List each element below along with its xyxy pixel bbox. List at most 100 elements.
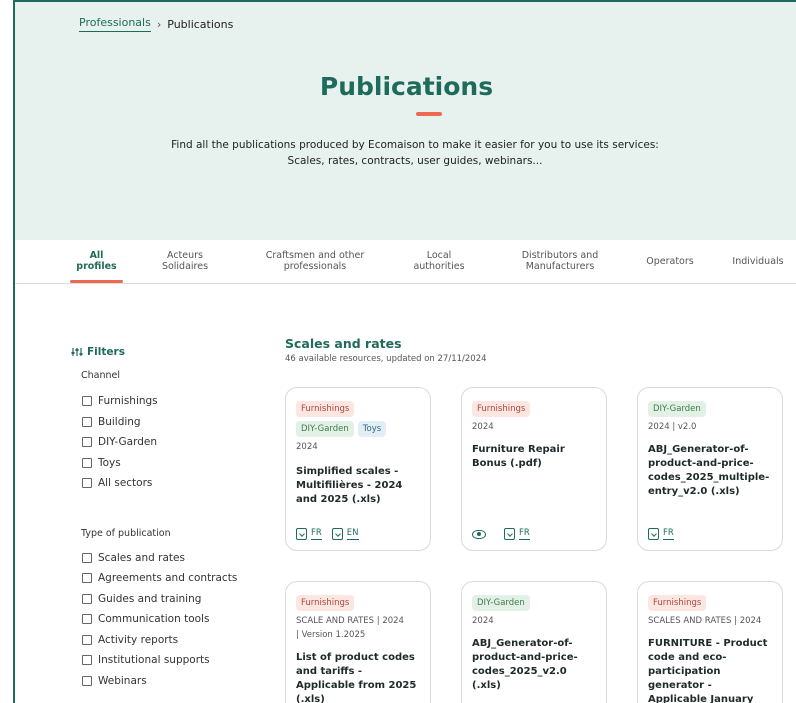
page-intro: Find all the publications produced by Ec… [165,137,665,169]
tab-all-profiles[interactable]: All profiles [70,250,123,272]
filters-heading[interactable]: Filters [71,346,271,358]
tab-label-line1: Distributors and [521,250,599,261]
tab-label-line2: Solidaires [161,261,209,272]
tab-label-line1: Individuals [732,256,784,267]
card-title: FURNITURE - Product code and eco-partici… [648,638,768,703]
channel-option-toys[interactable]: Toys [82,453,271,474]
checkbox[interactable] [82,573,92,584]
channel-badge: Furnishings [296,595,355,611]
tab-craftsmen[interactable]: Craftsmen and other professionals [255,250,375,272]
download-icon [504,528,515,540]
download-fr-link[interactable]: FR [648,528,674,540]
tab-label-line1: Operators [646,256,694,267]
option-label: Scales and rates [98,551,185,564]
card-badges: Furnishings [648,595,772,611]
publication-card[interactable]: DIY-Garden 2024 ABJ_Generator-of-product… [461,581,607,703]
filters-heading-label: Filters [87,346,125,358]
channel-filter-title: Channel [81,370,121,381]
type-option-institutional[interactable]: Institutional supports [82,650,271,671]
option-label: Communication tools [98,613,210,626]
option-label: Agreements and contracts [98,572,238,585]
checkbox[interactable] [82,593,92,604]
option-label: DIY-Garden [98,436,158,449]
channel-option-building[interactable]: Building [82,412,271,433]
tab-operators[interactable]: Operators [637,256,703,267]
download-fr-link[interactable]: FR [296,528,322,540]
channel-option-furnishings[interactable]: Furnishings [82,391,271,412]
type-option-communication[interactable]: Communication tools [82,609,271,630]
channel-badge: DIY-Garden [472,595,530,611]
tab-distributors-manufacturers[interactable]: Distributors and Manufacturers [505,250,615,272]
card-meta: 2024 [472,616,494,626]
type-option-webinars[interactable]: Webinars [82,671,271,692]
filter-sliders-icon [71,348,83,356]
tab-local-authorities[interactable]: Local authorities [409,250,469,272]
publication-card[interactable]: Furnishings DIY-Garden Toys 2024 Simplif… [285,387,431,551]
checkbox[interactable] [82,416,92,427]
filters-panel: Filters Channel Furnishings Building DIY… [71,346,271,691]
channel-badge: Toys [357,421,387,437]
option-label: Toys [98,456,121,469]
card-badges: DIY-Garden [472,595,596,611]
type-option-activity-reports[interactable]: Activity reports [82,630,271,651]
checkbox[interactable] [82,634,92,645]
option-label: All sectors [98,477,153,490]
type-option-scales-rates[interactable]: Scales and rates [82,548,271,569]
download-icon [648,528,659,540]
checkbox[interactable] [82,437,92,448]
option-label: Activity reports [98,633,179,646]
publication-card[interactable]: Furnishings SCALES AND RATES | 2024 FURN… [637,581,783,703]
publication-card[interactable]: Furnishings 2024 Furniture Repair Bonus … [461,387,607,551]
tab-label-line2: authorities [413,261,465,272]
download-label: FR [519,528,530,540]
checkbox[interactable] [82,655,92,666]
checkbox[interactable] [82,675,92,686]
hero-banner: Professionals › Publications Publication… [15,2,796,240]
card-badges: Furnishings [472,401,596,417]
channel-badge: Furnishings [296,401,355,417]
option-label: Guides and training [98,592,202,605]
card-title: List of product codes and tariffs - Appl… [296,652,417,703]
tab-label-line1: All [89,250,104,261]
card-links: FR [472,528,530,540]
tab-label-line1: Local [426,250,452,261]
download-label: FR [311,528,322,540]
checkbox[interactable] [82,396,92,407]
download-en-link[interactable]: EN [331,528,359,540]
intro-line-1: Find all the publications produced by Ec… [171,139,659,151]
checkbox[interactable] [82,457,92,468]
checkbox[interactable] [82,552,92,563]
publication-card[interactable]: DIY-Garden 2024 | v2.0 ABJ_Generator-of-… [637,387,783,551]
card-title: Simplified scales - Multifilières - 2024… [296,466,403,505]
breadcrumb-separator-icon: › [156,17,162,31]
channel-badge: DIY-Garden [296,421,354,437]
publication-card[interactable]: Furnishings SCALE AND RATES | 2024 | Ver… [285,581,431,703]
breadcrumb-professionals-link[interactable]: Professionals [79,16,151,32]
card-title: Furniture Repair Bonus (.pdf) [472,444,565,469]
type-option-guides[interactable]: Guides and training [82,589,271,610]
card-meta-version: | Version 1.2025 [296,630,366,640]
channel-option-diy-garden[interactable]: DIY-Garden [82,432,271,453]
download-label: FR [663,528,674,540]
card-meta: 2024 | v2.0 [648,422,697,432]
preview-eye-icon[interactable] [472,529,486,539]
card-badges: DIY-Garden Toys [296,421,420,437]
card-title: ABJ_Generator-of-product-and-price-codes… [648,444,770,497]
tab-individuals[interactable]: Individuals [727,256,789,267]
checkbox[interactable] [82,614,92,625]
option-label: Building [98,415,141,428]
card-meta: 2024 [472,422,494,432]
tab-label-line1: Acteurs [166,250,203,261]
download-fr-link[interactable]: FR [504,528,530,540]
intro-line-2: Scales, rates, contracts, user guides, w… [287,155,543,167]
type-option-agreements[interactable]: Agreements and contracts [82,568,271,589]
tab-label-line2: professionals [283,261,347,272]
channel-badge: DIY-Garden [648,401,706,417]
channel-option-all-sectors[interactable]: All sectors [82,473,271,494]
channel-filter-list: Furnishings Building DIY-Garden Toys All… [71,391,271,494]
card-meta: 2024 [296,442,318,452]
checkbox[interactable] [82,478,92,489]
card-meta: SCALES AND RATES | 2024 [648,616,762,626]
tab-acteurs-solidaires[interactable]: Acteurs Solidaires [155,250,215,272]
card-badges: Furnishings [296,401,420,417]
